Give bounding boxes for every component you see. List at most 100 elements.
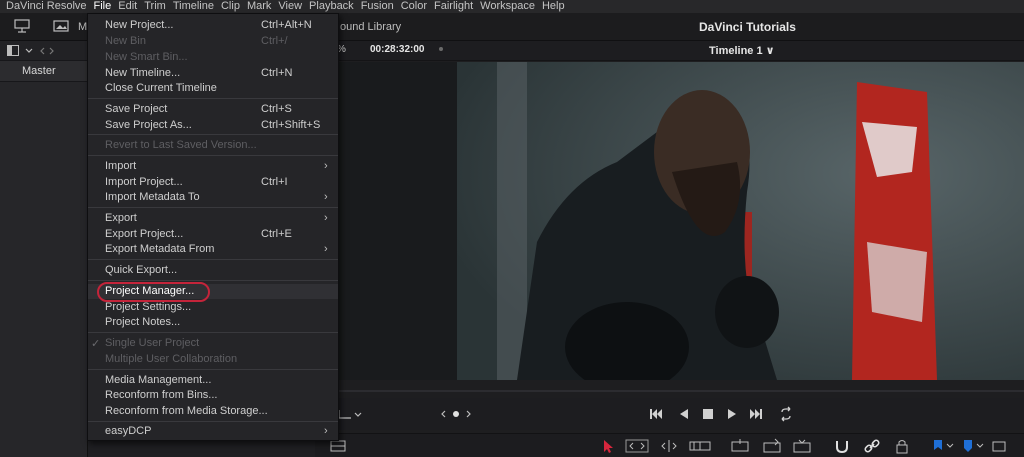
menu-item-new-smart-bin[interactable]: New Smart Bin... xyxy=(88,50,338,65)
timeline-selector[interactable]: Timeline 1 ∨ xyxy=(709,44,775,57)
flag-icon[interactable] xyxy=(930,438,956,454)
play-reverse-icon[interactable] xyxy=(676,406,692,422)
chevron-right-icon: › xyxy=(324,160,328,172)
replace-clip-icon[interactable] xyxy=(791,438,813,454)
insert-clip-icon[interactable] xyxy=(729,438,751,454)
menu-separator xyxy=(88,421,338,422)
timecode-display[interactable]: 00:28:32:00 xyxy=(370,44,424,55)
menu-item-export-metadata-from[interactable]: Export Metadata From › xyxy=(88,242,338,257)
selection-cursor-icon[interactable] xyxy=(599,438,617,454)
go-to-start-icon[interactable] xyxy=(648,406,664,422)
menu-item-label: easyDCP xyxy=(105,425,152,437)
menu-item-label: Export Project... xyxy=(105,228,184,240)
menu-fusion[interactable]: Fusion xyxy=(361,0,394,13)
menu-item-label: Single User Project xyxy=(105,337,200,349)
menu-view[interactable]: View xyxy=(278,0,302,13)
menu-mark[interactable]: Mark xyxy=(247,0,271,13)
menu-item-easydcp[interactable]: easyDCP › xyxy=(88,424,338,439)
menu-item-export-project[interactable]: Export Project... Ctrl+E xyxy=(88,227,338,242)
link-icon[interactable] xyxy=(863,438,881,454)
scrub-bar[interactable] xyxy=(315,390,1024,392)
media-pool-icon[interactable] xyxy=(53,19,69,33)
marker-icon[interactable] xyxy=(960,438,986,454)
chevron-right-icon: › xyxy=(324,212,328,224)
menu-workspace[interactable]: Workspace xyxy=(480,0,535,13)
loop-icon[interactable] xyxy=(778,406,794,422)
menu-item-project-notes[interactable]: Project Notes... xyxy=(88,315,338,330)
snapping-magnet-icon[interactable] xyxy=(833,438,851,454)
dynamic-trim-icon[interactable] xyxy=(657,438,681,454)
menu-item-single-user-project[interactable]: ✓ Single User Project xyxy=(88,336,338,351)
menu-item-media-management[interactable]: Media Management... xyxy=(88,373,338,388)
menu-item-label: Project Notes... xyxy=(105,316,181,328)
menu-color[interactable]: Color xyxy=(401,0,427,13)
chevron-down-icon[interactable] xyxy=(353,406,363,422)
menu-item-save-project-as[interactable]: Save Project As... Ctrl+Shift+S xyxy=(88,118,338,133)
menu-timeline[interactable]: Timeline xyxy=(173,0,214,13)
menu-clip[interactable]: Clip xyxy=(221,0,240,13)
stop-icon[interactable] xyxy=(700,406,716,422)
video-frame xyxy=(457,62,1024,380)
project-title: DaVinci Tutorials xyxy=(699,20,796,34)
menu-item-shortcut: Ctrl+N xyxy=(261,67,293,79)
menu-trim[interactable]: Trim xyxy=(144,0,166,13)
menu-item-close-current-timeline[interactable]: Close Current Timeline xyxy=(88,81,338,96)
aspect-icon[interactable] xyxy=(337,406,353,422)
menu-fairlight[interactable]: Fairlight xyxy=(434,0,473,13)
transport-controls xyxy=(315,398,1024,430)
menu-edit[interactable]: Edit xyxy=(118,0,137,13)
menu-item-label: Media Management... xyxy=(105,374,212,386)
menu-item-project-settings[interactable]: Project Settings... xyxy=(88,300,338,315)
play-icon[interactable] xyxy=(724,406,740,422)
go-to-end-icon[interactable] xyxy=(748,406,764,422)
viewer-header: % 00:28:32:00 Timeline 1 ∨ xyxy=(315,41,1024,61)
menu-playback[interactable]: Playback xyxy=(309,0,354,13)
edit-toolbar xyxy=(315,433,1024,457)
menu-file[interactable]: File xyxy=(94,0,112,13)
media-pool-label[interactable]: M xyxy=(78,21,87,33)
sidebar-toggle-icon[interactable] xyxy=(7,45,19,56)
menu-item-export[interactable]: Export › xyxy=(88,211,338,226)
chevron-right-icon: › xyxy=(324,243,328,255)
status-dot xyxy=(439,47,443,51)
blade-tool-icon[interactable] xyxy=(689,438,711,454)
file-menu-dropdown: New Project... Ctrl+Alt+N New Bin Ctrl+/… xyxy=(87,13,339,441)
bin-master[interactable]: Master xyxy=(0,61,87,82)
menu-separator xyxy=(88,207,338,208)
chevron-down-icon[interactable] xyxy=(25,48,33,54)
menu-item-shortcut: Ctrl+I xyxy=(261,176,288,188)
lock-icon[interactable] xyxy=(893,438,911,454)
menu-item-shortcut: Ctrl+Alt+N xyxy=(261,19,312,31)
jog-control-icon[interactable] xyxy=(439,406,475,422)
menu-help[interactable]: Help xyxy=(542,0,565,13)
menu-item-reconform-from-bins[interactable]: Reconform from Bins... xyxy=(88,388,338,403)
menu-bar: DaVinci Resolve File Edit Trim Timeline … xyxy=(0,0,1024,13)
menu-item-revert[interactable]: Revert to Last Saved Version... xyxy=(88,138,338,153)
menu-item-reconform-from-media-storage[interactable]: Reconform from Media Storage... xyxy=(88,404,338,419)
menu-item-quick-export[interactable]: Quick Export... xyxy=(88,263,338,278)
menu-item-multiple-user-collaboration[interactable]: Multiple User Collaboration xyxy=(88,352,338,367)
menu-separator xyxy=(88,155,338,156)
menu-item-label: Export Metadata From xyxy=(105,243,215,255)
menu-item-label: New Project... xyxy=(105,19,174,31)
presentation-icon[interactable] xyxy=(14,19,30,33)
menu-item-new-project[interactable]: New Project... Ctrl+Alt+N xyxy=(88,18,338,33)
menu-item-import-project[interactable]: Import Project... Ctrl+I xyxy=(88,175,338,190)
menu-item-import-metadata-to[interactable]: Import Metadata To › xyxy=(88,190,338,205)
menu-item-new-timeline[interactable]: New Timeline... Ctrl+N xyxy=(88,66,338,81)
menu-item-save-project[interactable]: Save Project Ctrl+S xyxy=(88,102,338,117)
menu-item-new-bin[interactable]: New Bin Ctrl+/ xyxy=(88,34,338,49)
menu-item-import[interactable]: Import › xyxy=(88,159,338,174)
nav-back-forward-icon[interactable] xyxy=(39,47,57,55)
trim-tool-icon[interactable] xyxy=(625,438,649,454)
overwrite-clip-icon[interactable] xyxy=(761,438,783,454)
position-lock-icon[interactable] xyxy=(990,438,1012,454)
bin-list-panel: Master xyxy=(0,41,88,457)
menu-item-label: Quick Export... xyxy=(105,264,178,276)
menu-separator xyxy=(88,259,338,260)
menu-davinci-resolve[interactable]: DaVinci Resolve xyxy=(6,0,87,13)
menu-item-label: Reconform from Bins... xyxy=(105,389,218,401)
menu-item-shortcut: Ctrl+/ xyxy=(261,35,288,47)
sound-library-label[interactable]: ound Library xyxy=(340,21,401,33)
project-manager-highlight xyxy=(97,282,210,302)
